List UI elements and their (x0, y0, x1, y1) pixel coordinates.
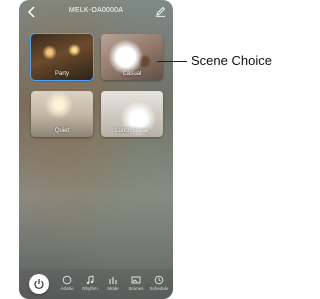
scene-card-lunch-break[interactable]: Lunch Break (101, 91, 163, 137)
scene-card-label: Quiet (54, 128, 70, 134)
clock-icon (154, 275, 164, 285)
nav-item-label: Mode (107, 286, 119, 291)
scene-card-casual[interactable]: Casual (101, 34, 163, 80)
nav-item-label: Rhythm (82, 286, 98, 291)
nav-item-rhythm[interactable]: Rhythm (79, 275, 101, 291)
power-button[interactable] (29, 274, 49, 294)
nav-item-scenes[interactable]: Scenes (125, 275, 147, 291)
music-icon (86, 275, 94, 285)
bottom-nav: Adobe Rhythm Mode Scenes Schedule (19, 269, 173, 299)
circle-icon (62, 275, 72, 285)
top-bar: MELK-OA0000A (19, 0, 173, 24)
scene-card-party[interactable]: Party (30, 33, 94, 81)
nav-item-label: Schedule (149, 286, 169, 291)
power-icon (34, 279, 44, 289)
scene-card-label: Party (54, 71, 69, 77)
nav-item-adobe[interactable]: Adobe (56, 275, 78, 291)
scene-card-label: Lunch Break (115, 128, 149, 134)
scene-card-quiet[interactable]: Quiet (31, 91, 93, 137)
nav-item-schedule[interactable]: Schedule (148, 275, 170, 291)
pencil-icon[interactable] (155, 6, 166, 17)
nav-item-mode[interactable]: Mode (102, 275, 124, 291)
phone-screen: MELK-OA0000A Party Casual Quiet Lunch Br… (19, 0, 173, 299)
callout-label: Scene Choice (191, 53, 272, 68)
device-title: MELK-OA0000A (68, 7, 124, 14)
image-icon (131, 276, 141, 284)
callout-line (157, 61, 187, 62)
nav-item-label: Scenes (128, 286, 144, 291)
scene-card-label: Casual (122, 71, 142, 77)
nav-item-label: Adobe (60, 286, 74, 291)
bars-icon (109, 277, 117, 284)
